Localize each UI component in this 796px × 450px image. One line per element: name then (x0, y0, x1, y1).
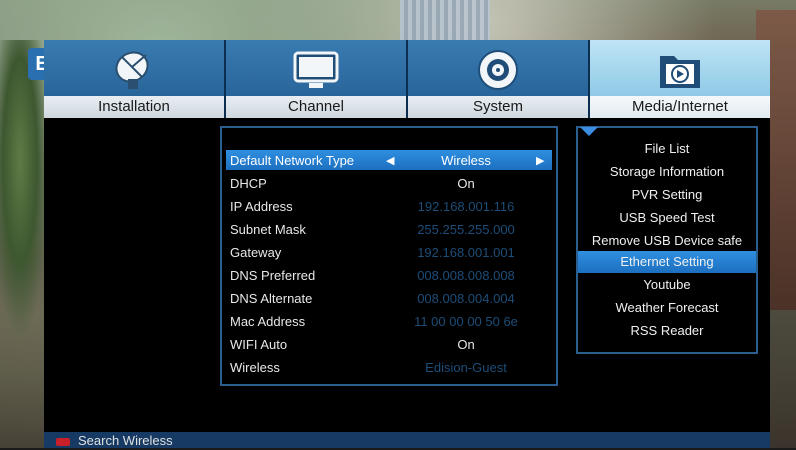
setting-key: Default Network Type (230, 152, 355, 168)
gear-disc-icon (475, 46, 521, 94)
osd-menu: Installation Channel System Media/Intern… (44, 40, 770, 448)
satellite-dish-icon (110, 46, 158, 94)
menu-item-weather-forecast[interactable]: Weather Forecast (578, 297, 756, 319)
setting-value: 008.008.008.008 (417, 267, 515, 283)
menu-item-pvr-setting[interactable]: PVR Setting (578, 184, 756, 206)
background-plant (0, 40, 50, 340)
menu-item-usb-speed-test[interactable]: USB Speed Test (578, 207, 756, 229)
setting-key: Wireless (230, 359, 280, 375)
setting-row-dns-preferred[interactable]: DNS Preferred 008.008.008.008 (226, 265, 552, 285)
menu-item-rss-reader[interactable]: RSS Reader (578, 320, 756, 342)
setting-row-dns-alternate[interactable]: DNS Alternate 008.008.004.004 (226, 288, 552, 308)
menu-item-youtube[interactable]: Youtube (578, 274, 756, 296)
tab-label: Media/Internet (590, 96, 770, 118)
setting-key: Subnet Mask (230, 221, 306, 237)
menu-corner-indicator-icon (580, 127, 598, 136)
setting-key: Mac Address (230, 313, 306, 329)
footer-hint-bar: Search Wireless (44, 432, 770, 448)
setting-value: 255.255.255.000 (417, 221, 515, 237)
tab-label: Channel (226, 96, 406, 118)
setting-key: Gateway (230, 244, 282, 260)
setting-value: On (457, 336, 475, 352)
arrow-right-icon[interactable]: ▶ (536, 154, 544, 167)
setting-value: Edision-Guest (425, 359, 507, 375)
background-blind (400, 0, 490, 40)
media-internet-submenu: File List Storage Information PVR Settin… (576, 126, 758, 354)
setting-row-wifi-auto[interactable]: WIFI Auto On (226, 334, 552, 354)
setting-value: 192.168.001.116 (417, 198, 515, 214)
tab-label: System (408, 96, 588, 118)
setting-row-default-network-type[interactable]: Default Network Type ◀ Wireless ▶ (226, 150, 552, 170)
tab-installation[interactable]: Installation (44, 40, 226, 118)
setting-value: 11 00 00 00 50 6e (414, 313, 518, 329)
tab-channel[interactable]: Channel (226, 40, 408, 118)
red-key-icon (56, 438, 70, 446)
setting-row-mac-address[interactable]: Mac Address 11 00 00 00 50 6e (226, 311, 552, 331)
top-tab-bar: Installation Channel System Media/Intern… (44, 40, 770, 118)
setting-key: IP Address (230, 198, 293, 214)
tv-monitor-icon (291, 46, 341, 94)
setting-key: DNS Alternate (230, 290, 313, 306)
setting-row-dhcp[interactable]: DHCP On (226, 173, 552, 193)
tab-system[interactable]: System (408, 40, 590, 118)
setting-row-wireless[interactable]: Wireless Edision-Guest (226, 357, 552, 377)
setting-row-subnet-mask[interactable]: Subnet Mask 255.255.255.000 (226, 219, 552, 239)
media-folder-play-icon (656, 46, 704, 94)
tab-media-internet[interactable]: Media/Internet (590, 40, 770, 118)
tab-label: Installation (44, 96, 224, 118)
setting-key: DHCP (230, 175, 267, 191)
setting-value: On (457, 175, 475, 191)
setting-value: 192.168.001.001 (417, 244, 515, 260)
menu-item-storage-information[interactable]: Storage Information (578, 161, 756, 183)
red-key-hint: Search Wireless (78, 433, 173, 448)
setting-row-ip-address[interactable]: IP Address 192.168.001.116 (226, 196, 552, 216)
menu-item-ethernet-setting[interactable]: Ethernet Setting (578, 251, 756, 273)
menu-item-remove-usb-device[interactable]: Remove USB Device safe (578, 230, 756, 252)
setting-key: WIFI Auto (230, 336, 288, 352)
setting-value: Wireless (441, 152, 491, 168)
setting-key: DNS Preferred (230, 267, 316, 283)
setting-row-gateway[interactable]: Gateway 192.168.001.001 (226, 242, 552, 262)
menu-item-file-list[interactable]: File List (578, 138, 756, 160)
network-settings-panel: Default Network Type ◀ Wireless ▶ DHCP O… (220, 126, 558, 386)
setting-value: 008.008.004.004 (417, 290, 515, 306)
